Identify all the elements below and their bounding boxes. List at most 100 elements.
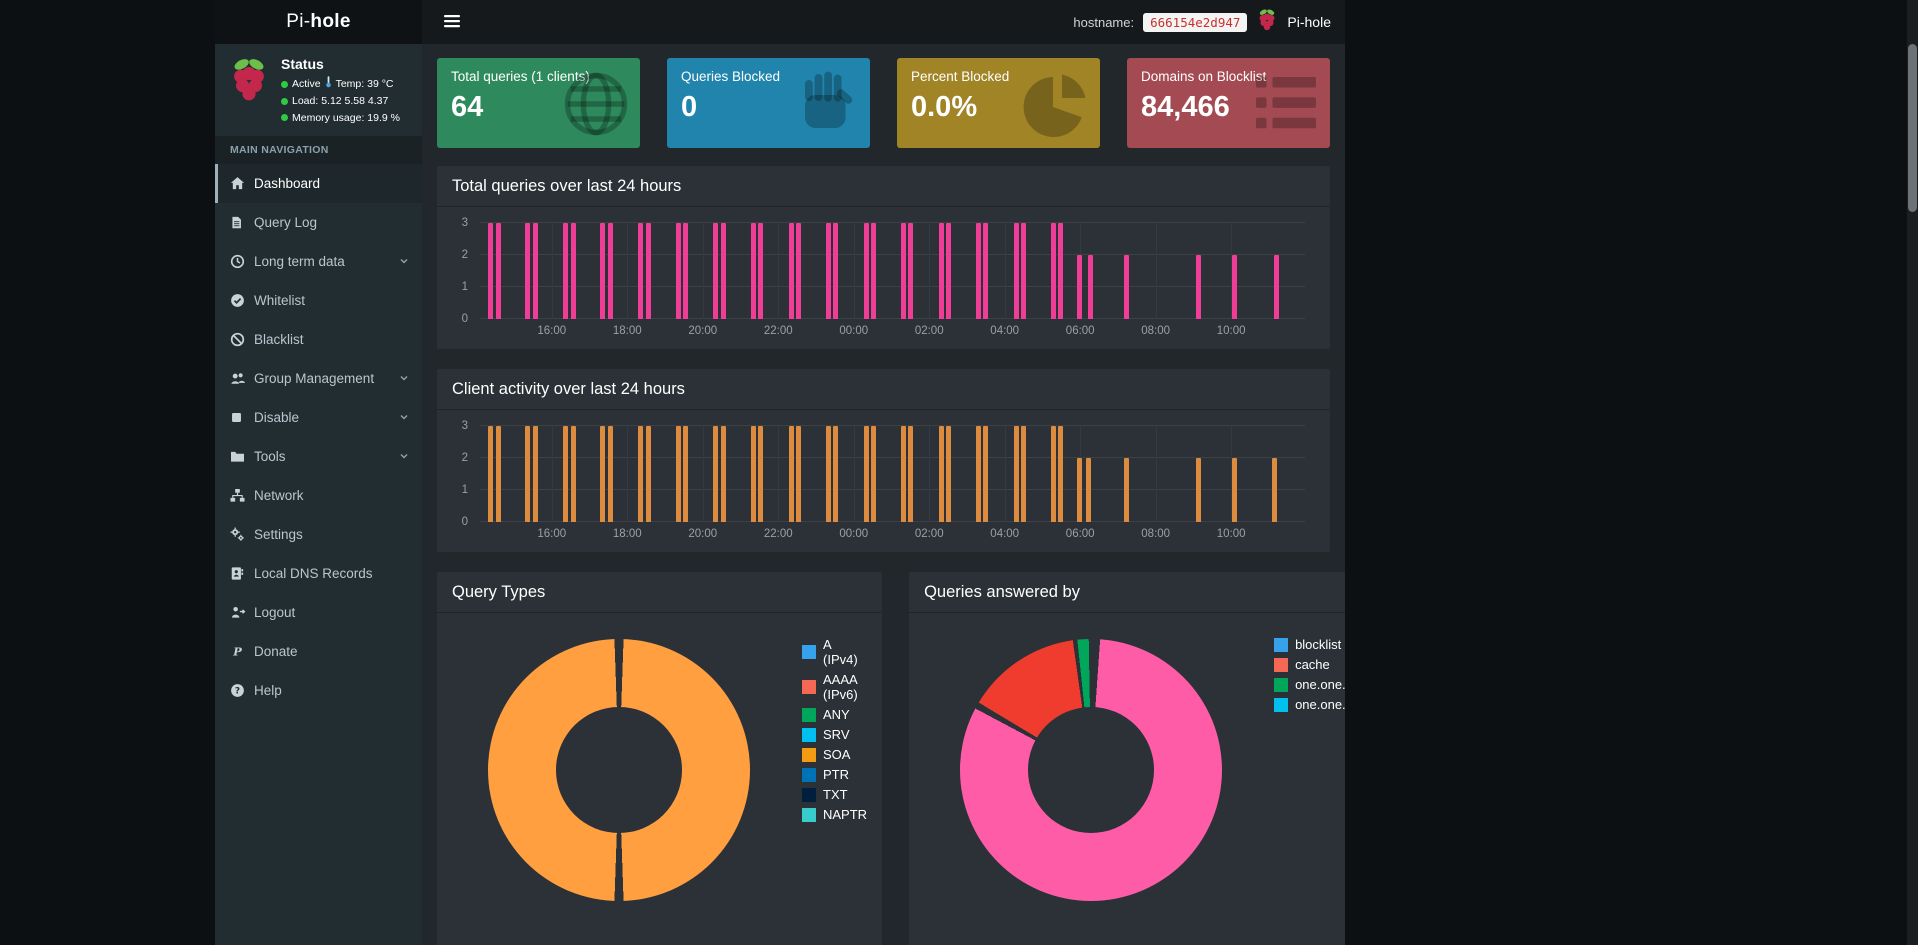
pihole-logo-icon xyxy=(1256,8,1278,37)
sidebar-toggle-button[interactable] xyxy=(436,8,468,37)
legend-label: NAPTR xyxy=(823,807,868,822)
sidebar-item-settings[interactable]: Settings xyxy=(215,515,422,554)
gears-icon xyxy=(230,527,254,542)
bar xyxy=(1058,426,1064,522)
sidebar-item-label: Help xyxy=(254,682,282,698)
legend-item[interactable]: SOA xyxy=(802,747,867,762)
bar xyxy=(525,223,531,319)
legend-item[interactable]: ANY xyxy=(802,707,867,722)
stat-card-total-queries[interactable]: Total queries (1 clients) 64 xyxy=(437,58,640,148)
stat-cards-row: Total queries (1 clients) 64 Queries Blo… xyxy=(437,58,1330,148)
panel-title: Client activity over last 24 hours xyxy=(437,369,1330,410)
chevron-down-icon xyxy=(399,412,409,422)
x-axis-labels: 16:00 18:00 20:00 22:00 00:00 02:00 04:00 06:00… xyxy=(480,522,1305,544)
sidebar-item-label: Long term data xyxy=(254,253,345,269)
legend-item[interactable]: one.one.one.one xyxy=(1274,697,1345,712)
legend-item[interactable]: AAAA (IPv6) xyxy=(802,672,867,702)
legend-item[interactable]: blocklist xyxy=(1274,637,1345,652)
status-title: Status xyxy=(281,56,324,72)
bar xyxy=(1196,458,1202,522)
address-book-icon xyxy=(230,566,254,581)
sidebar-item-long-term-data[interactable]: Long term data xyxy=(215,242,422,281)
sidebar-item-tools[interactable]: Tools xyxy=(215,437,422,476)
sidebar-item-group-management[interactable]: Group Management xyxy=(215,359,422,398)
legend-item[interactable]: one.one.one.one xyxy=(1274,677,1345,692)
legend-item[interactable]: cache xyxy=(1274,657,1345,672)
axis-tick-label: 16:00 xyxy=(537,528,567,540)
legend-label: TXT xyxy=(823,787,848,802)
bar xyxy=(1013,223,1019,319)
legend-item[interactable]: TXT xyxy=(802,787,867,802)
navbar-right: hostname: 666154e2d947 Pi-hole xyxy=(1073,8,1331,37)
panel-title: Total queries over last 24 hours xyxy=(437,166,1330,207)
sidebar-item-network[interactable]: Network xyxy=(215,476,422,515)
status-active-label: Active xyxy=(292,78,321,90)
client-activity-bar-chart[interactable] xyxy=(480,425,1305,522)
legend-label: blocklist xyxy=(1295,637,1342,652)
bar xyxy=(871,223,877,319)
bar xyxy=(1050,426,1056,522)
stat-card-queries-blocked[interactable]: Queries Blocked 0 xyxy=(667,58,870,148)
sidebar-item-help[interactable]: ? Help xyxy=(215,671,422,710)
bar xyxy=(975,426,981,522)
status-temp-label: Temp: 39 °C xyxy=(335,78,394,90)
sidebar-item-donate[interactable]: P Donate xyxy=(215,632,422,671)
bar xyxy=(675,223,681,319)
sidebar-logo[interactable]: Pi-hole xyxy=(215,0,422,44)
bar xyxy=(975,223,981,319)
bar xyxy=(495,426,501,522)
bar xyxy=(825,223,831,319)
total-queries-bar-chart[interactable] xyxy=(480,222,1305,319)
bar xyxy=(983,426,989,522)
scrollbar-thumb[interactable] xyxy=(1908,44,1917,212)
status-load-dot xyxy=(281,97,288,105)
queries-answered-by-donut-chart[interactable] xyxy=(960,639,1223,901)
sidebar-item-disable[interactable]: Disable xyxy=(215,398,422,437)
legend-swatch xyxy=(1274,657,1289,672)
legend-item[interactable]: PTR xyxy=(802,767,867,782)
bar xyxy=(488,223,494,319)
axis-tick-label: 22:00 xyxy=(763,325,793,337)
axis-tick-label: 10:00 xyxy=(1216,325,1246,337)
bar xyxy=(863,223,869,319)
chart-area: 0 1 2 3 16:00 18:00 20:00 22:00 00:00 02:00 04:00… xyxy=(462,217,1305,341)
gridline xyxy=(1155,426,1157,522)
bar xyxy=(1021,223,1027,319)
sidebar-item-logout[interactable]: Logout xyxy=(215,593,422,632)
bar xyxy=(788,426,794,522)
sidebar-item-dashboard[interactable]: Dashboard xyxy=(215,163,422,203)
bar xyxy=(833,426,839,522)
bar xyxy=(713,426,719,522)
axis-tick-label: 02:00 xyxy=(914,528,944,540)
legend-label: SOA xyxy=(823,747,851,762)
bar xyxy=(795,426,801,522)
paypal-icon: P xyxy=(230,644,254,659)
stat-card-domains-on-blocklist[interactable]: Domains on Blocklist 84,466 xyxy=(1127,58,1330,148)
main-content: Total queries (1 clients) 64 Queries Blo… xyxy=(422,44,1345,945)
sidebar-item-local-dns-records[interactable]: Local DNS Records xyxy=(215,554,422,593)
sidebar-item-query-log[interactable]: Query Log xyxy=(215,203,422,242)
legend-swatch xyxy=(802,707,816,722)
legend-swatch xyxy=(802,645,816,659)
legend-item[interactable]: A (IPv4) xyxy=(802,637,867,667)
question-icon: ? xyxy=(230,683,254,698)
stat-card-percent-blocked[interactable]: Percent Blocked 0.0% xyxy=(897,58,1100,148)
bar xyxy=(946,223,952,319)
sidebar-item-whitelist[interactable]: Whitelist xyxy=(215,281,422,320)
query-types-donut-chart[interactable] xyxy=(488,639,750,901)
sidebar-item-blacklist[interactable]: Blacklist xyxy=(215,320,422,359)
axis-tick-label: 20:00 xyxy=(688,325,718,337)
legend-label: cache xyxy=(1295,657,1330,672)
bar xyxy=(758,426,764,522)
legend-label: AAAA (IPv6) xyxy=(823,672,858,702)
legend-item[interactable]: NAPTR xyxy=(802,807,867,822)
bar xyxy=(495,223,501,319)
legend-label: one.one.one.one xyxy=(1295,697,1345,712)
bar xyxy=(1088,255,1094,319)
gridline xyxy=(778,223,780,319)
bar xyxy=(1123,458,1129,522)
sidebar-item-label: Tools xyxy=(254,448,286,464)
legend-item[interactable]: SRV xyxy=(802,727,867,742)
axis-tick-label: 18:00 xyxy=(612,528,642,540)
hostname-value: 666154e2d947 xyxy=(1143,12,1248,32)
